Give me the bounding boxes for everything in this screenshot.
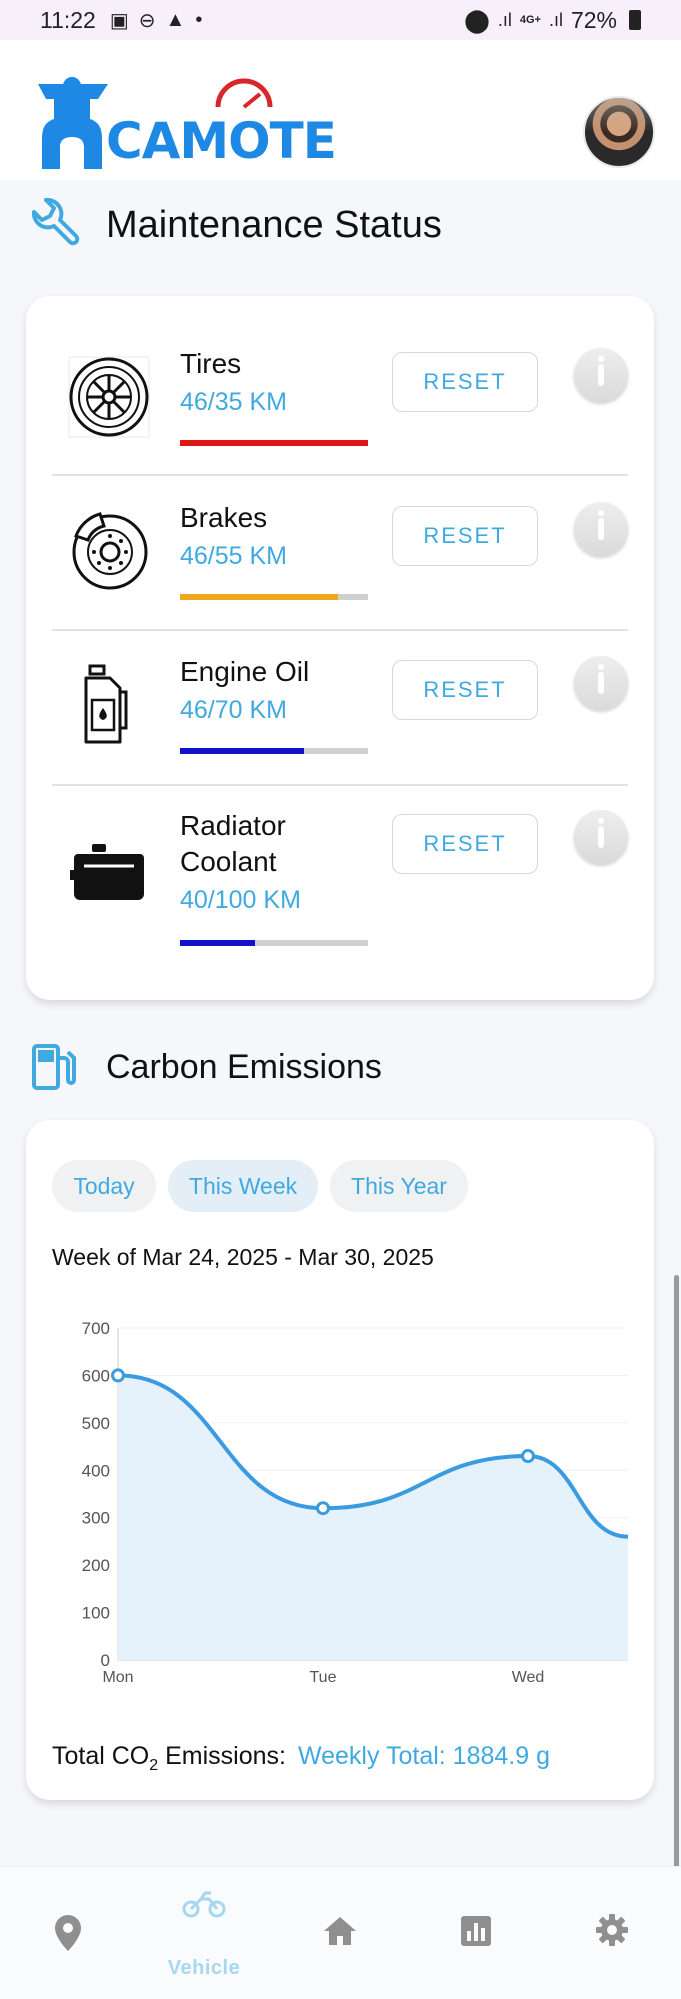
oil-container-icon	[84, 664, 128, 744]
emissions-title: Carbon Emissions	[106, 1047, 382, 1086]
part-name: Radiator Coolant	[180, 808, 286, 880]
nav-location[interactable]	[0, 1867, 136, 1999]
location-pin-icon	[55, 1915, 81, 1951]
tab-this-week[interactable]: This Week	[168, 1160, 318, 1212]
coolant-tank-icon	[70, 844, 144, 900]
progress-fill	[180, 748, 305, 754]
x-tick-label: Mon	[102, 1669, 133, 1686]
progress-fill	[180, 440, 368, 446]
do-not-disturb-icon: ⊖	[138, 9, 156, 32]
data-point[interactable]	[521, 1449, 535, 1464]
warning-icon: ▲	[165, 8, 186, 31]
part-progress-bar	[180, 748, 368, 754]
part-km: 46/70 KM	[180, 696, 288, 724]
part-name-line: Radiator	[180, 810, 286, 841]
nav-label-vehicle: Vehicle	[167, 1957, 241, 1979]
motorcycle-icon	[182, 1891, 226, 1918]
part-name: Tires	[180, 348, 242, 379]
y-tick-label: 300	[82, 1509, 110, 1528]
signal-icon-2: .ıl	[548, 9, 563, 30]
maintenance-header: Maintenance Status	[26, 198, 442, 252]
battery-icon	[629, 10, 641, 30]
part-km: 46/35 KM	[180, 388, 288, 416]
y-tick-label: 100	[82, 1604, 110, 1623]
part-progress-bar	[180, 440, 368, 446]
info-button[interactable]	[574, 656, 628, 710]
part-progress-bar	[180, 940, 368, 946]
signal-icon: .ıl	[497, 9, 512, 30]
reset-button[interactable]: RESET	[392, 814, 538, 874]
tire-icon	[68, 356, 150, 438]
info-button[interactable]	[574, 810, 628, 864]
info-button[interactable]	[574, 502, 628, 556]
x-tick-label: Tue	[310, 1669, 337, 1686]
y-tick-label: 600	[82, 1366, 110, 1385]
nav-stats[interactable]	[408, 1867, 544, 1999]
data-point[interactable]	[316, 1501, 330, 1516]
gallery-icon: ▣	[109, 9, 129, 32]
nav-home[interactable]	[272, 1867, 408, 1999]
part-progress-bar	[180, 594, 368, 600]
x-tick-label: Wed	[512, 1669, 545, 1686]
tab-this-year[interactable]: This Year	[330, 1160, 468, 1212]
progress-fill	[180, 594, 338, 600]
wrench-icon	[31, 198, 80, 246]
y-tick-label: 200	[82, 1556, 110, 1575]
avatar[interactable]	[583, 96, 655, 168]
gear-icon	[596, 1914, 628, 1946]
app-logo[interactable]: CAMOTE	[28, 74, 337, 174]
part-km: 46/55 KM	[180, 542, 288, 570]
info-button[interactable]	[574, 348, 628, 402]
status-time: 11:22	[40, 6, 96, 33]
status-bar: 11:22 ▣ ⊖ ▲ • ⬤ .ıl 4G+ .ıl 72%	[0, 0, 681, 40]
emissions-chart: 0 100 200 300 400 500 600 700 Mon Tue Wed	[52, 1298, 629, 1688]
home-icon	[324, 1917, 356, 1945]
data-point[interactable]	[111, 1368, 125, 1383]
y-tick-label: 0	[101, 1651, 110, 1670]
reset-button[interactable]: RESET	[392, 660, 538, 720]
divider	[52, 629, 628, 631]
part-km: 40/100 KM	[180, 886, 301, 914]
part-name: Engine Oil	[180, 656, 310, 687]
reset-button[interactable]: RESET	[392, 506, 538, 566]
location-status-icon: ⬤	[464, 6, 490, 33]
reset-button[interactable]: RESET	[392, 352, 538, 412]
tab-today[interactable]: Today	[52, 1160, 156, 1212]
y-tick-label: 700	[82, 1319, 110, 1338]
total-emissions-value: Weekly Total: 1884.9 g	[297, 1742, 550, 1770]
part-name-line: Coolant	[180, 846, 277, 877]
brake-disc-icon	[72, 512, 148, 590]
maintenance-card: Tires 46/35 KM RESET Brakes 46/55 KM RES…	[26, 296, 654, 1000]
battery-percent: 72%	[570, 6, 617, 33]
scrollbar[interactable]	[674, 1275, 679, 1915]
y-tick-label: 400	[82, 1461, 110, 1480]
divider	[52, 474, 628, 476]
emissions-header: Carbon Emissions	[26, 1040, 382, 1094]
logo-text: CAMOTE	[106, 112, 337, 170]
total-emissions-label: Total CO2 Emissions:	[52, 1742, 286, 1774]
app-header: CAMOTE	[0, 40, 681, 180]
week-range-label: Week of Mar 24, 2025 - Mar 30, 2025	[52, 1244, 434, 1270]
bar-chart-icon	[461, 1916, 491, 1946]
maintenance-title: Maintenance Status	[106, 203, 442, 246]
emissions-chart-svg: 0 100 200 300 400 500 600 700 Mon Tue Wed	[82, 1319, 629, 1686]
divider	[52, 784, 628, 786]
total-emissions-row: Total CO2 Emissions: Weekly Total: 1884.…	[52, 1742, 550, 1775]
bottom-nav: Vehicle	[0, 1866, 681, 1999]
dot-icon: •	[195, 8, 203, 31]
area-fill	[118, 1375, 628, 1660]
nav-vehicle[interactable]: Vehicle	[136, 1867, 272, 1999]
y-tick-label: 500	[82, 1414, 110, 1433]
progress-fill	[180, 940, 256, 946]
nav-settings[interactable]	[544, 1867, 680, 1999]
network-type: 4G+	[519, 14, 541, 26]
fuel-pump-icon	[32, 1044, 76, 1090]
part-name: Brakes	[180, 502, 268, 533]
